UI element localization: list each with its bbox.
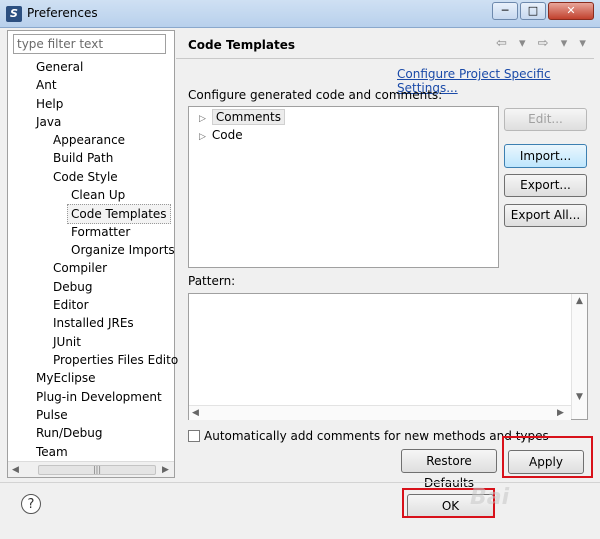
scroll-right-arrow-icon[interactable]: ▶ xyxy=(557,408,564,418)
configure-templates-label: Configure generated code and comments: xyxy=(188,88,443,102)
template-node-comments[interactable]: ▷ Comments xyxy=(199,109,285,127)
scroll-up-arrow-icon[interactable]: ▲ xyxy=(576,296,583,306)
export-all-button[interactable]: Export All... xyxy=(504,204,587,227)
tree-item-general[interactable]: General xyxy=(36,58,83,76)
tree-item-plugin-development[interactable]: Plug-in Development xyxy=(36,388,162,406)
pattern-label: Pattern: xyxy=(188,274,236,288)
scrollbar-thumb[interactable]: ||| xyxy=(38,465,156,475)
restore-defaults-button[interactable]: Restore Defaults xyxy=(401,449,497,490)
footer-divider xyxy=(0,482,600,483)
tree-item-pulse[interactable]: Pulse xyxy=(36,406,68,424)
tree-item-run-debug[interactable]: Run/Debug xyxy=(36,424,103,442)
minimize-button[interactable]: ─ xyxy=(492,2,518,20)
tree-item-clean-up[interactable]: Clean Up xyxy=(71,186,125,204)
header-divider xyxy=(176,58,594,59)
export-button[interactable]: Export... xyxy=(504,174,587,197)
scroll-left-arrow-icon[interactable]: ◀ xyxy=(12,465,19,475)
tree-item-team[interactable]: Team xyxy=(36,443,68,461)
tree-item-code-templates[interactable]: Code Templates xyxy=(67,204,171,224)
edit-button[interactable]: Edit... xyxy=(504,108,587,131)
tree-item-properties-files-editor[interactable]: Properties Files Edito xyxy=(53,351,178,369)
auto-comments-label: Automatically add comments for new metho… xyxy=(204,429,549,443)
help-icon[interactable]: ? xyxy=(21,494,41,514)
template-node-code[interactable]: ▷ Code xyxy=(199,127,243,145)
tree-item-compiler[interactable]: Compiler xyxy=(53,259,107,277)
scroll-right-arrow-icon[interactable]: ▶ xyxy=(162,465,169,475)
maximize-button[interactable]: □ xyxy=(520,2,546,20)
template-node-label: Comments xyxy=(211,109,285,125)
tree-item-build-path[interactable]: Build Path xyxy=(53,149,113,167)
page-navigation-arrows-icon[interactable]: ⇦ ▾ ⇨ ▾ ▾ xyxy=(496,36,590,51)
expand-arrow-icon[interactable]: ▷ xyxy=(199,132,206,142)
pattern-vertical-scrollbar[interactable]: ▲ ▼ xyxy=(571,294,587,419)
apply-highlight-box xyxy=(502,436,593,478)
import-button[interactable]: Import... xyxy=(504,144,587,168)
tree-item-java[interactable]: Java xyxy=(36,113,61,131)
scroll-left-arrow-icon[interactable]: ◀ xyxy=(192,408,199,418)
filter-input[interactable] xyxy=(13,34,166,54)
app-icon: S xyxy=(6,6,22,22)
tree-item-editor[interactable]: Editor xyxy=(53,296,89,314)
window-title: Preferences xyxy=(27,6,98,20)
code-templates-tree[interactable]: ▷ Comments ▷ Code xyxy=(188,106,499,268)
tree-item-appearance[interactable]: Appearance xyxy=(53,131,125,149)
tree-item-code-style[interactable]: Code Style xyxy=(53,168,118,186)
expand-arrow-icon[interactable]: ▷ xyxy=(199,114,206,124)
scroll-down-arrow-icon[interactable]: ▼ xyxy=(576,392,583,402)
tree-item-installed-jres[interactable]: Installed JREs xyxy=(53,314,134,332)
tree-horizontal-scrollbar[interactable]: ◀ ||| ▶ xyxy=(8,461,174,477)
pattern-text-area[interactable] xyxy=(188,293,588,420)
close-button[interactable]: ✕ xyxy=(548,2,594,20)
auto-comments-checkbox[interactable] xyxy=(188,430,200,442)
template-node-label: Code xyxy=(211,128,243,142)
page-title: Code Templates xyxy=(188,38,296,52)
tree-item-myeclipse[interactable]: MyEclipse xyxy=(36,369,96,387)
watermark-logo: Bai xyxy=(470,485,510,510)
tree-item-ant[interactable]: Ant xyxy=(36,76,57,94)
tree-item-debug[interactable]: Debug xyxy=(53,278,92,296)
tree-item-formatter[interactable]: Formatter xyxy=(71,223,130,241)
pattern-horizontal-scrollbar[interactable]: ◀ ▶ xyxy=(189,405,571,420)
tree-item-organize-imports[interactable]: Organize Imports xyxy=(71,241,175,259)
tree-item-help[interactable]: Help xyxy=(36,95,63,113)
tree-item-junit[interactable]: JUnit xyxy=(53,333,81,351)
